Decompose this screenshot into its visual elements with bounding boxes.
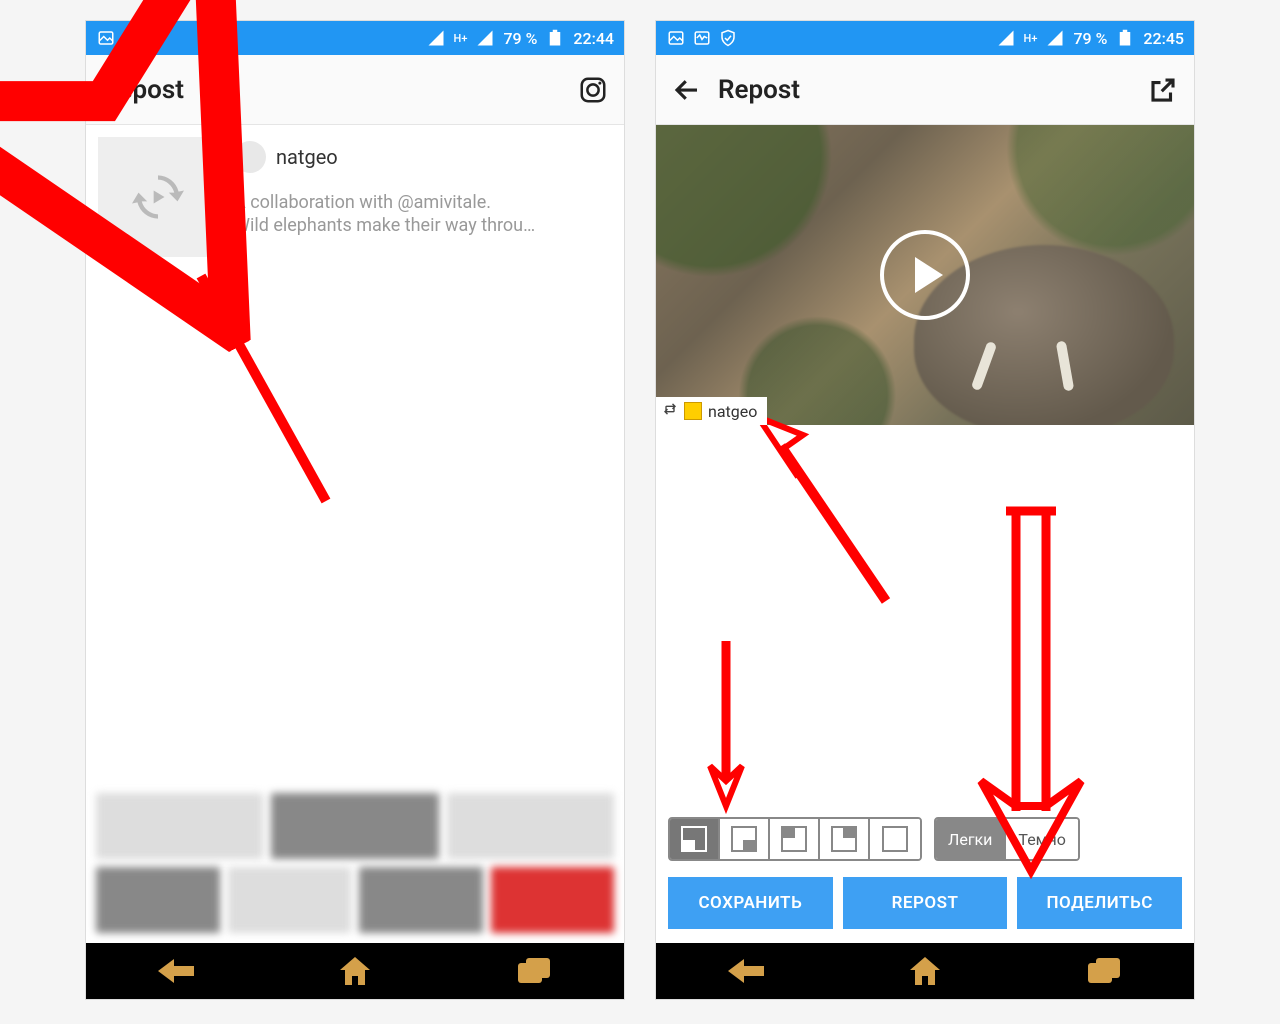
avatar — [234, 141, 266, 173]
battery-icon — [1115, 28, 1135, 48]
home-nav-icon[interactable] — [903, 953, 947, 989]
position-bottom-left-button[interactable] — [670, 819, 720, 859]
refresh-icon — [132, 171, 184, 223]
status-bar: H+ 79 % 22:44 — [86, 21, 624, 55]
save-button[interactable]: СОХРАНИТЬ — [668, 877, 833, 929]
shield-icon — [148, 28, 168, 48]
video-preview[interactable]: natgeo — [656, 125, 1194, 425]
status-bar: H+ 79 % 22:45 — [656, 21, 1194, 55]
position-top-right-button[interactable] — [820, 819, 870, 859]
back-nav-icon[interactable] — [154, 953, 198, 989]
net-type-label: H+ — [1024, 32, 1038, 45]
recents-nav-icon[interactable] — [512, 953, 556, 989]
post-username: natgeo — [276, 145, 338, 169]
account-logo-icon — [684, 402, 702, 420]
back-arrow-icon[interactable] — [672, 75, 702, 105]
post-thumbnail[interactable] — [98, 137, 218, 257]
phone-left: H+ 79 % 22:44 Repost — [85, 20, 625, 1000]
position-none-button[interactable] — [870, 819, 920, 859]
signal-icon-2 — [475, 28, 495, 48]
clock-text: 22:44 — [573, 29, 614, 48]
image-icon — [96, 28, 116, 48]
toolbar: Repost — [656, 55, 1194, 125]
play-icon[interactable] — [880, 230, 970, 320]
share-button[interactable]: ПОДЕЛИТЬС — [1017, 877, 1182, 929]
watermark-username: natgeo — [708, 402, 757, 421]
signal-icon-1 — [996, 28, 1016, 48]
ad-banner — [86, 783, 624, 943]
watermark-controls: Легки Темно — [656, 811, 1194, 867]
watermark-position-selector — [668, 817, 922, 861]
page-title: Repost — [718, 75, 800, 105]
position-bottom-right-button[interactable] — [720, 819, 770, 859]
instagram-icon[interactable] — [578, 75, 608, 105]
recents-nav-icon[interactable] — [1082, 953, 1126, 989]
phone-right: H+ 79 % 22:45 Repost natgeo — [655, 20, 1195, 1000]
net-type-label: H+ — [454, 32, 468, 45]
theme-dark-button[interactable]: Темно — [1006, 819, 1077, 859]
home-nav-icon[interactable] — [333, 953, 377, 989]
back-nav-icon[interactable] — [724, 953, 768, 989]
action-row: СОХРАНИТЬ REPOST ПОДЕЛИТЬС — [656, 867, 1194, 943]
signal-icon-2 — [1045, 28, 1065, 48]
repost-button[interactable]: REPOST — [843, 877, 1008, 929]
signal-icon-1 — [426, 28, 446, 48]
image-icon — [666, 28, 686, 48]
theme-light-button[interactable]: Легки — [936, 819, 1006, 859]
system-nav-bar — [656, 943, 1194, 999]
open-external-icon[interactable] — [1148, 75, 1178, 105]
repost-icon — [662, 401, 678, 421]
repost-watermark: natgeo — [656, 397, 767, 425]
position-top-left-button[interactable] — [770, 819, 820, 859]
activity-icon — [122, 28, 142, 48]
clock-text: 22:45 — [1143, 29, 1184, 48]
post-list-item[interactable]: natgeo A collaboration with @amivitale. … — [86, 125, 624, 269]
shield-icon — [718, 28, 738, 48]
system-nav-bar — [86, 943, 624, 999]
battery-text: 79 % — [503, 29, 537, 48]
post-caption: A collaboration with @amivitale. Wild el… — [234, 191, 612, 238]
activity-icon — [692, 28, 712, 48]
toolbar: Repost — [86, 55, 624, 125]
battery-text: 79 % — [1073, 29, 1107, 48]
page-title: Repost — [102, 75, 184, 105]
battery-icon — [545, 28, 565, 48]
watermark-theme-selector: Легки Темно — [934, 817, 1080, 861]
